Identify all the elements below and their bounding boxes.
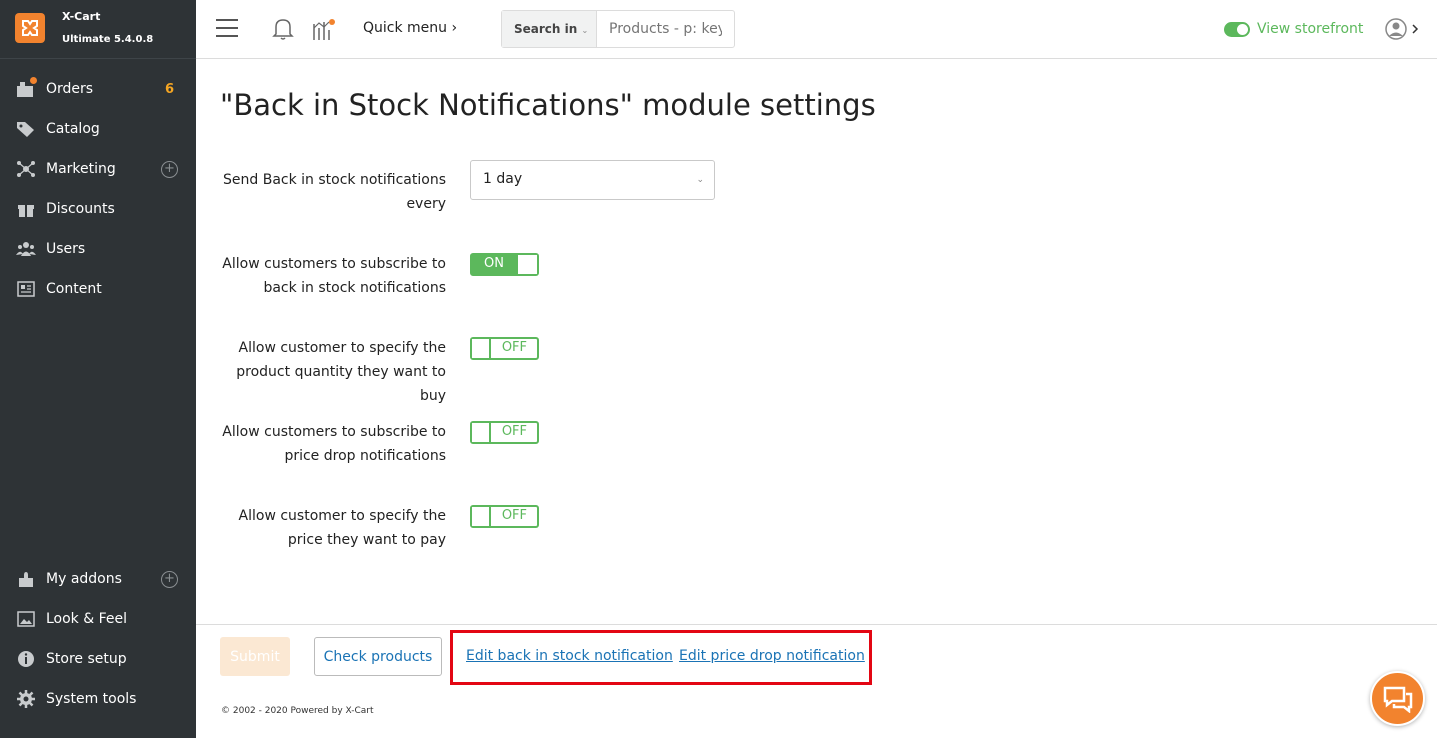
select-value: 1 day bbox=[483, 171, 523, 187]
switch-state: OFF bbox=[501, 340, 527, 355]
setting-label-desired-price: Allow customer to specify the price they… bbox=[238, 508, 446, 548]
marketing-add-icon[interactable]: + bbox=[161, 160, 178, 178]
edit-price-drop-link[interactable]: Edit price drop notification bbox=[679, 648, 865, 664]
switch-knob bbox=[472, 507, 491, 526]
sidebar-item-catalog[interactable]: Catalog bbox=[0, 109, 196, 149]
back-in-stock-switch[interactable]: ON bbox=[470, 253, 539, 276]
page-title: "Back in Stock Notifications" module set… bbox=[220, 88, 876, 122]
info-icon bbox=[16, 649, 36, 669]
notification-frequency-select[interactable]: 1 day ⌄ bbox=[470, 160, 715, 200]
top-header: Quick menu › Search in ⌄ View storefront bbox=[196, 0, 1437, 59]
switch-knob bbox=[518, 255, 537, 274]
user-menu[interactable] bbox=[1384, 17, 1420, 41]
sidebar-item-label: System tools bbox=[46, 691, 137, 707]
view-storefront-label: View storefront bbox=[1257, 21, 1364, 37]
sidebar-item-label: Orders bbox=[46, 81, 94, 97]
network-icon bbox=[16, 159, 36, 179]
search-in-label: Search in bbox=[514, 22, 578, 36]
sidebar-item-label: Users bbox=[46, 241, 86, 257]
view-storefront-link[interactable]: View storefront bbox=[1224, 19, 1363, 39]
sidebar-item-label: Content bbox=[46, 281, 102, 297]
chevron-down-icon: ⌄ bbox=[696, 175, 704, 185]
addons-add-icon[interactable]: + bbox=[161, 570, 178, 588]
switch-knob bbox=[472, 339, 491, 358]
orders-alert-dot bbox=[30, 77, 37, 84]
newspaper-icon bbox=[16, 279, 36, 299]
sidebar-item-users[interactable]: Users bbox=[0, 229, 196, 269]
chat-icon[interactable] bbox=[1370, 671, 1425, 726]
switch-state: ON bbox=[484, 256, 504, 271]
sidebar-item-orders[interactable]: Orders 6 bbox=[0, 69, 196, 109]
setting-label-back-in-stock: Allow customers to subscribe to back in … bbox=[222, 256, 446, 296]
check-products-button[interactable]: Check products bbox=[314, 637, 442, 676]
gift-icon bbox=[16, 199, 36, 219]
sidebar-item-label: Look & Feel bbox=[46, 611, 128, 627]
search-box: Search in ⌄ bbox=[501, 10, 735, 48]
image-icon bbox=[16, 609, 36, 629]
brand-name: X-Cart bbox=[62, 10, 101, 23]
sidebar-item-label: My addons bbox=[46, 571, 122, 587]
submit-button[interactable]: Submit bbox=[220, 637, 290, 676]
sidebar: X-Cart Ultimate 5.4.0.8 Orders 6 Catalog… bbox=[0, 0, 196, 738]
price-drop-switch[interactable]: OFF bbox=[470, 421, 539, 444]
sidebar-item-label: Catalog bbox=[46, 121, 100, 137]
search-input[interactable] bbox=[597, 11, 734, 47]
chevron-down-icon: ⌄ bbox=[581, 26, 589, 35]
switch-state: OFF bbox=[501, 424, 527, 439]
desired-price-switch[interactable]: OFF bbox=[470, 505, 539, 528]
bell-icon[interactable] bbox=[272, 17, 294, 41]
sidebar-item-system-tools[interactable]: System tools bbox=[0, 679, 196, 719]
sidebar-item-marketing[interactable]: Marketing + bbox=[0, 149, 196, 189]
users-icon bbox=[16, 239, 36, 259]
storefront-toggle-icon bbox=[1224, 21, 1250, 37]
orders-icon bbox=[16, 77, 37, 99]
sidebar-item-my-addons[interactable]: My addons + bbox=[0, 559, 196, 599]
gear-icon bbox=[16, 689, 36, 709]
stats-icon[interactable] bbox=[312, 18, 336, 42]
hamburger-menu-icon[interactable] bbox=[216, 19, 238, 37]
xcart-logo-icon[interactable] bbox=[15, 13, 45, 43]
switch-knob bbox=[472, 423, 491, 442]
sidebar-item-store-setup[interactable]: Store setup bbox=[0, 639, 196, 679]
sidebar-item-content[interactable]: Content bbox=[0, 269, 196, 309]
sidebar-item-label: Store setup bbox=[46, 651, 127, 667]
product-quantity-switch[interactable]: OFF bbox=[470, 337, 539, 360]
sidebar-item-discounts[interactable]: Discounts bbox=[0, 189, 196, 229]
brand: X-Cart Ultimate 5.4.0.8 bbox=[0, 0, 196, 59]
switch-state: OFF bbox=[501, 508, 527, 523]
copyright: © 2002 - 2020 Powered by X-Cart bbox=[221, 706, 374, 716]
quick-menu-link[interactable]: Quick menu › bbox=[363, 20, 457, 36]
sidebar-item-label: Marketing bbox=[46, 161, 116, 177]
search-in-dropdown[interactable]: Search in ⌄ bbox=[502, 11, 597, 47]
brand-version: Ultimate 5.4.0.8 bbox=[62, 34, 154, 45]
orders-count-badge: 6 bbox=[164, 81, 174, 97]
sidebar-item-look-feel[interactable]: Look & Feel bbox=[0, 599, 196, 639]
setting-label-notification-frequency: Send Back in stock notifications every bbox=[223, 172, 446, 212]
setting-label-price-drop: Allow customers to subscribe to price dr… bbox=[222, 424, 446, 464]
setting-label-product-quantity: Allow customer to specify the product qu… bbox=[236, 340, 446, 404]
sidebar-item-label: Discounts bbox=[46, 201, 115, 217]
tag-icon bbox=[16, 119, 36, 139]
puzzle-icon bbox=[16, 569, 36, 589]
edit-back-in-stock-link[interactable]: Edit back in stock notification bbox=[466, 648, 673, 664]
